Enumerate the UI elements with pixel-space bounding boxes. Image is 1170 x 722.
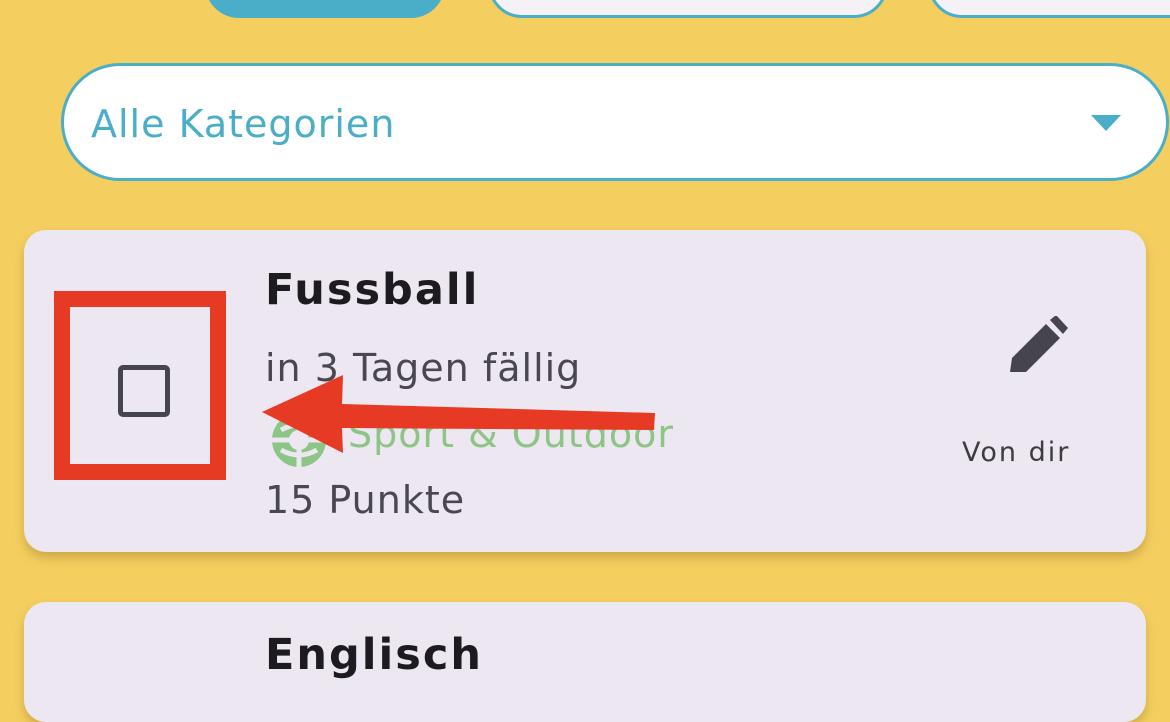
task-owner: Von dir <box>962 437 1071 468</box>
annotation-arrow <box>262 375 655 453</box>
chevron-down-icon <box>1091 115 1121 131</box>
task-title: Englisch <box>265 630 483 680</box>
edit-icon[interactable] <box>1008 316 1068 374</box>
task-points: 15 Punkte <box>265 478 466 522</box>
filter-tab[interactable] <box>928 0 1170 18</box>
task-card[interactable] <box>24 602 1146 722</box>
